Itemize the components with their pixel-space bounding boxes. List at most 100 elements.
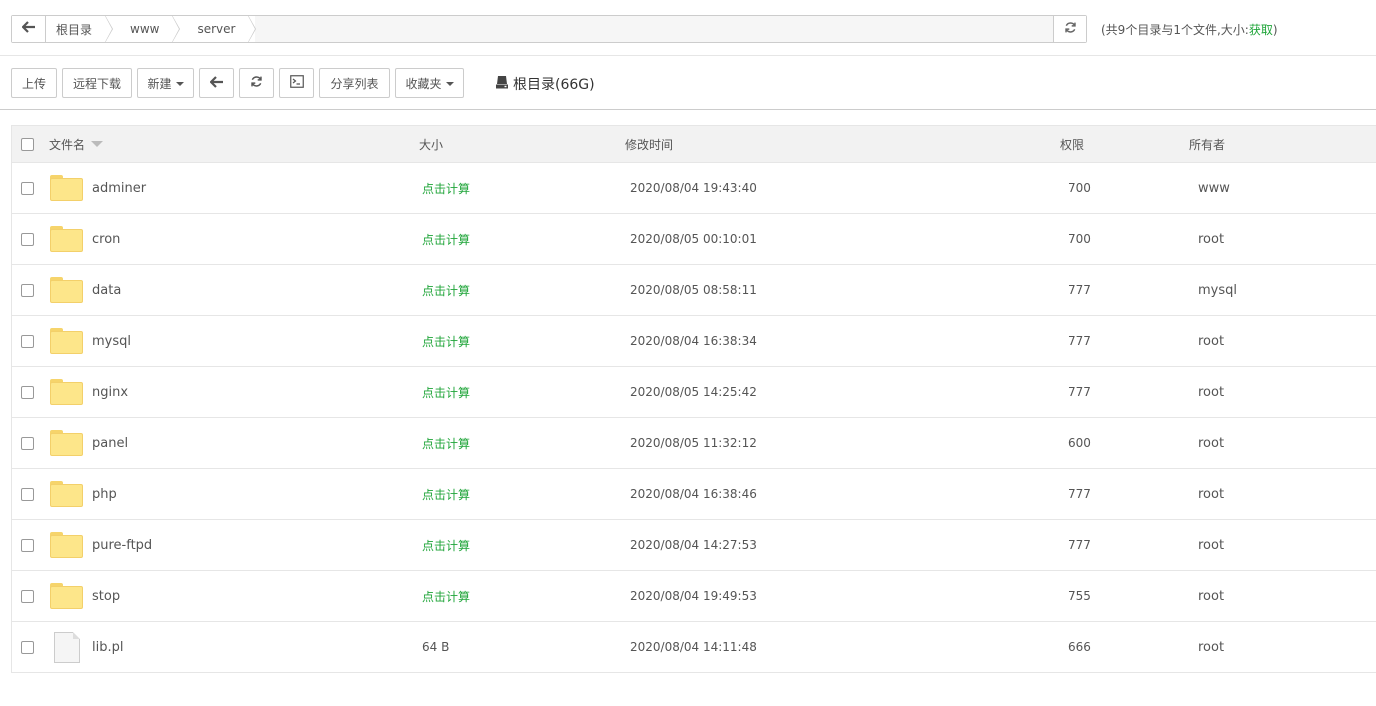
file-owner[interactable]: root: [1198, 622, 1224, 672]
row-checkbox[interactable]: [21, 367, 34, 417]
path-back-button[interactable]: [12, 16, 46, 42]
file-table: 文件名 大小 修改时间 权限 所有者 adminer 点击计算 2020/08/04…: [11, 125, 1376, 673]
table-row[interactable]: lib.pl 64 B 2020/08/04 14:11:48 666 root: [12, 622, 1376, 673]
folder-icon: [50, 481, 83, 507]
table-header: 文件名 大小 修改时间 权限 所有者: [12, 125, 1376, 163]
file-permission[interactable]: 700: [1068, 163, 1091, 213]
file-mtime: 2020/08/04 16:38:34: [630, 334, 757, 348]
file-permission[interactable]: 600: [1068, 418, 1091, 468]
table-row[interactable]: adminer 点击计算 2020/08/04 19:43:40 700 www: [12, 163, 1376, 214]
file-name[interactable]: data: [92, 265, 121, 315]
table-row[interactable]: panel 点击计算 2020/08/05 11:32:12 600 root: [12, 418, 1376, 469]
file-owner[interactable]: mysql: [1198, 265, 1237, 315]
file-owner[interactable]: root: [1198, 469, 1224, 519]
row-checkbox[interactable]: [21, 316, 34, 366]
file-icon: [54, 631, 80, 663]
row-checkbox[interactable]: [21, 469, 34, 519]
file-name[interactable]: mysql: [92, 316, 131, 366]
file-permission[interactable]: 777: [1068, 469, 1091, 519]
file-size[interactable]: 点击计算: [422, 316, 470, 366]
folder-icon: [50, 430, 83, 456]
toolbar: 上传 远程下载 新建 分享列表 收藏夹: [11, 68, 464, 98]
file-name[interactable]: panel: [92, 418, 128, 468]
file-name[interactable]: php: [92, 469, 117, 519]
row-checkbox[interactable]: [21, 418, 34, 468]
row-checkbox[interactable]: [21, 163, 34, 213]
file-size[interactable]: 点击计算: [422, 520, 470, 570]
row-checkbox[interactable]: [21, 214, 34, 264]
folder-icon: [50, 532, 83, 558]
file-mtime: 2020/08/04 14:11:48: [630, 640, 757, 654]
folder-icon: [50, 328, 83, 354]
terminal-button[interactable]: [279, 68, 314, 98]
breadcrumb: 根目录 www server: [46, 16, 1053, 42]
file-owner[interactable]: www: [1198, 163, 1230, 213]
file-permission[interactable]: 666: [1068, 622, 1091, 672]
folder-icon: [50, 226, 83, 252]
refresh-button[interactable]: [239, 68, 274, 98]
table-row[interactable]: pure-ftpd 点击计算 2020/08/04 14:27:53 777 root: [12, 520, 1376, 571]
folder-icon: [50, 277, 83, 303]
remote-download-button[interactable]: 远程下载: [62, 68, 132, 98]
divider: [0, 109, 1376, 110]
file-mtime: 2020/08/04 19:43:40: [630, 181, 757, 195]
table-row[interactable]: stop 点击计算 2020/08/04 19:49:53 755 root: [12, 571, 1376, 622]
row-checkbox[interactable]: [21, 571, 34, 621]
file-owner[interactable]: root: [1198, 214, 1224, 264]
file-size[interactable]: 点击计算: [422, 418, 470, 468]
arrow-left-icon: [20, 21, 36, 37]
file-owner[interactable]: root: [1198, 367, 1224, 417]
favorites-dropdown-button[interactable]: 收藏夹: [395, 68, 464, 98]
table-row[interactable]: nginx 点击计算 2020/08/05 14:25:42 777 root: [12, 367, 1376, 418]
file-permission[interactable]: 777: [1068, 265, 1091, 315]
file-owner[interactable]: root: [1198, 520, 1224, 570]
row-checkbox[interactable]: [21, 622, 34, 672]
file-permission[interactable]: 700: [1068, 214, 1091, 264]
share-list-button[interactable]: 分享列表: [319, 68, 390, 98]
column-header-size[interactable]: 大小: [419, 126, 443, 162]
folder-icon: [50, 175, 83, 201]
file-name[interactable]: adminer: [92, 163, 146, 213]
file-size[interactable]: 点击计算: [422, 571, 470, 621]
file-owner[interactable]: root: [1198, 316, 1224, 366]
column-header-owner[interactable]: 所有者: [1189, 126, 1225, 162]
disk-root-button[interactable]: 根目录(66G): [495, 74, 595, 94]
column-header-perm[interactable]: 权限: [1060, 126, 1084, 162]
table-row[interactable]: mysql 点击计算 2020/08/04 16:38:34 777 root: [12, 316, 1376, 367]
upload-button[interactable]: 上传: [11, 68, 57, 98]
file-permission[interactable]: 777: [1068, 367, 1091, 417]
file-size[interactable]: 点击计算: [422, 367, 470, 417]
file-name[interactable]: pure-ftpd: [92, 520, 152, 570]
column-header-mtime[interactable]: 修改时间: [625, 126, 673, 162]
file-size[interactable]: 点击计算: [422, 469, 470, 519]
file-size[interactable]: 点击计算: [422, 214, 470, 264]
file-permission[interactable]: 755: [1068, 571, 1091, 621]
file-name[interactable]: cron: [92, 214, 120, 264]
breadcrumb-server[interactable]: server: [179, 16, 257, 42]
breadcrumb-root[interactable]: 根目录: [46, 16, 114, 42]
path-refresh-button[interactable]: [1053, 16, 1086, 42]
back-button[interactable]: [199, 68, 234, 98]
file-size[interactable]: 点击计算: [422, 265, 470, 315]
column-header-name[interactable]: 文件名: [49, 126, 104, 162]
caret-down-icon: [175, 82, 184, 86]
file-permission[interactable]: 777: [1068, 520, 1091, 570]
row-checkbox[interactable]: [21, 265, 34, 315]
file-name[interactable]: stop: [92, 571, 120, 621]
table-row[interactable]: php 点击计算 2020/08/04 16:38:46 777 root: [12, 469, 1376, 520]
row-checkbox[interactable]: [21, 520, 34, 570]
get-size-link[interactable]: 获取: [1249, 23, 1273, 37]
file-name[interactable]: nginx: [92, 367, 128, 417]
file-size[interactable]: 点击计算: [422, 163, 470, 213]
breadcrumb-www[interactable]: www: [112, 16, 181, 42]
select-all-checkbox[interactable]: [21, 126, 34, 162]
file-name[interactable]: lib.pl: [92, 622, 123, 672]
file-mtime: 2020/08/05 11:32:12: [630, 436, 757, 450]
file-permission[interactable]: 777: [1068, 316, 1091, 366]
table-row[interactable]: cron 点击计算 2020/08/05 00:10:01 700 root: [12, 214, 1376, 265]
file-owner[interactable]: root: [1198, 418, 1224, 468]
file-owner[interactable]: root: [1198, 571, 1224, 621]
folder-icon: [50, 583, 83, 609]
new-dropdown-button[interactable]: 新建: [137, 68, 194, 98]
table-row[interactable]: data 点击计算 2020/08/05 08:58:11 777 mysql: [12, 265, 1376, 316]
